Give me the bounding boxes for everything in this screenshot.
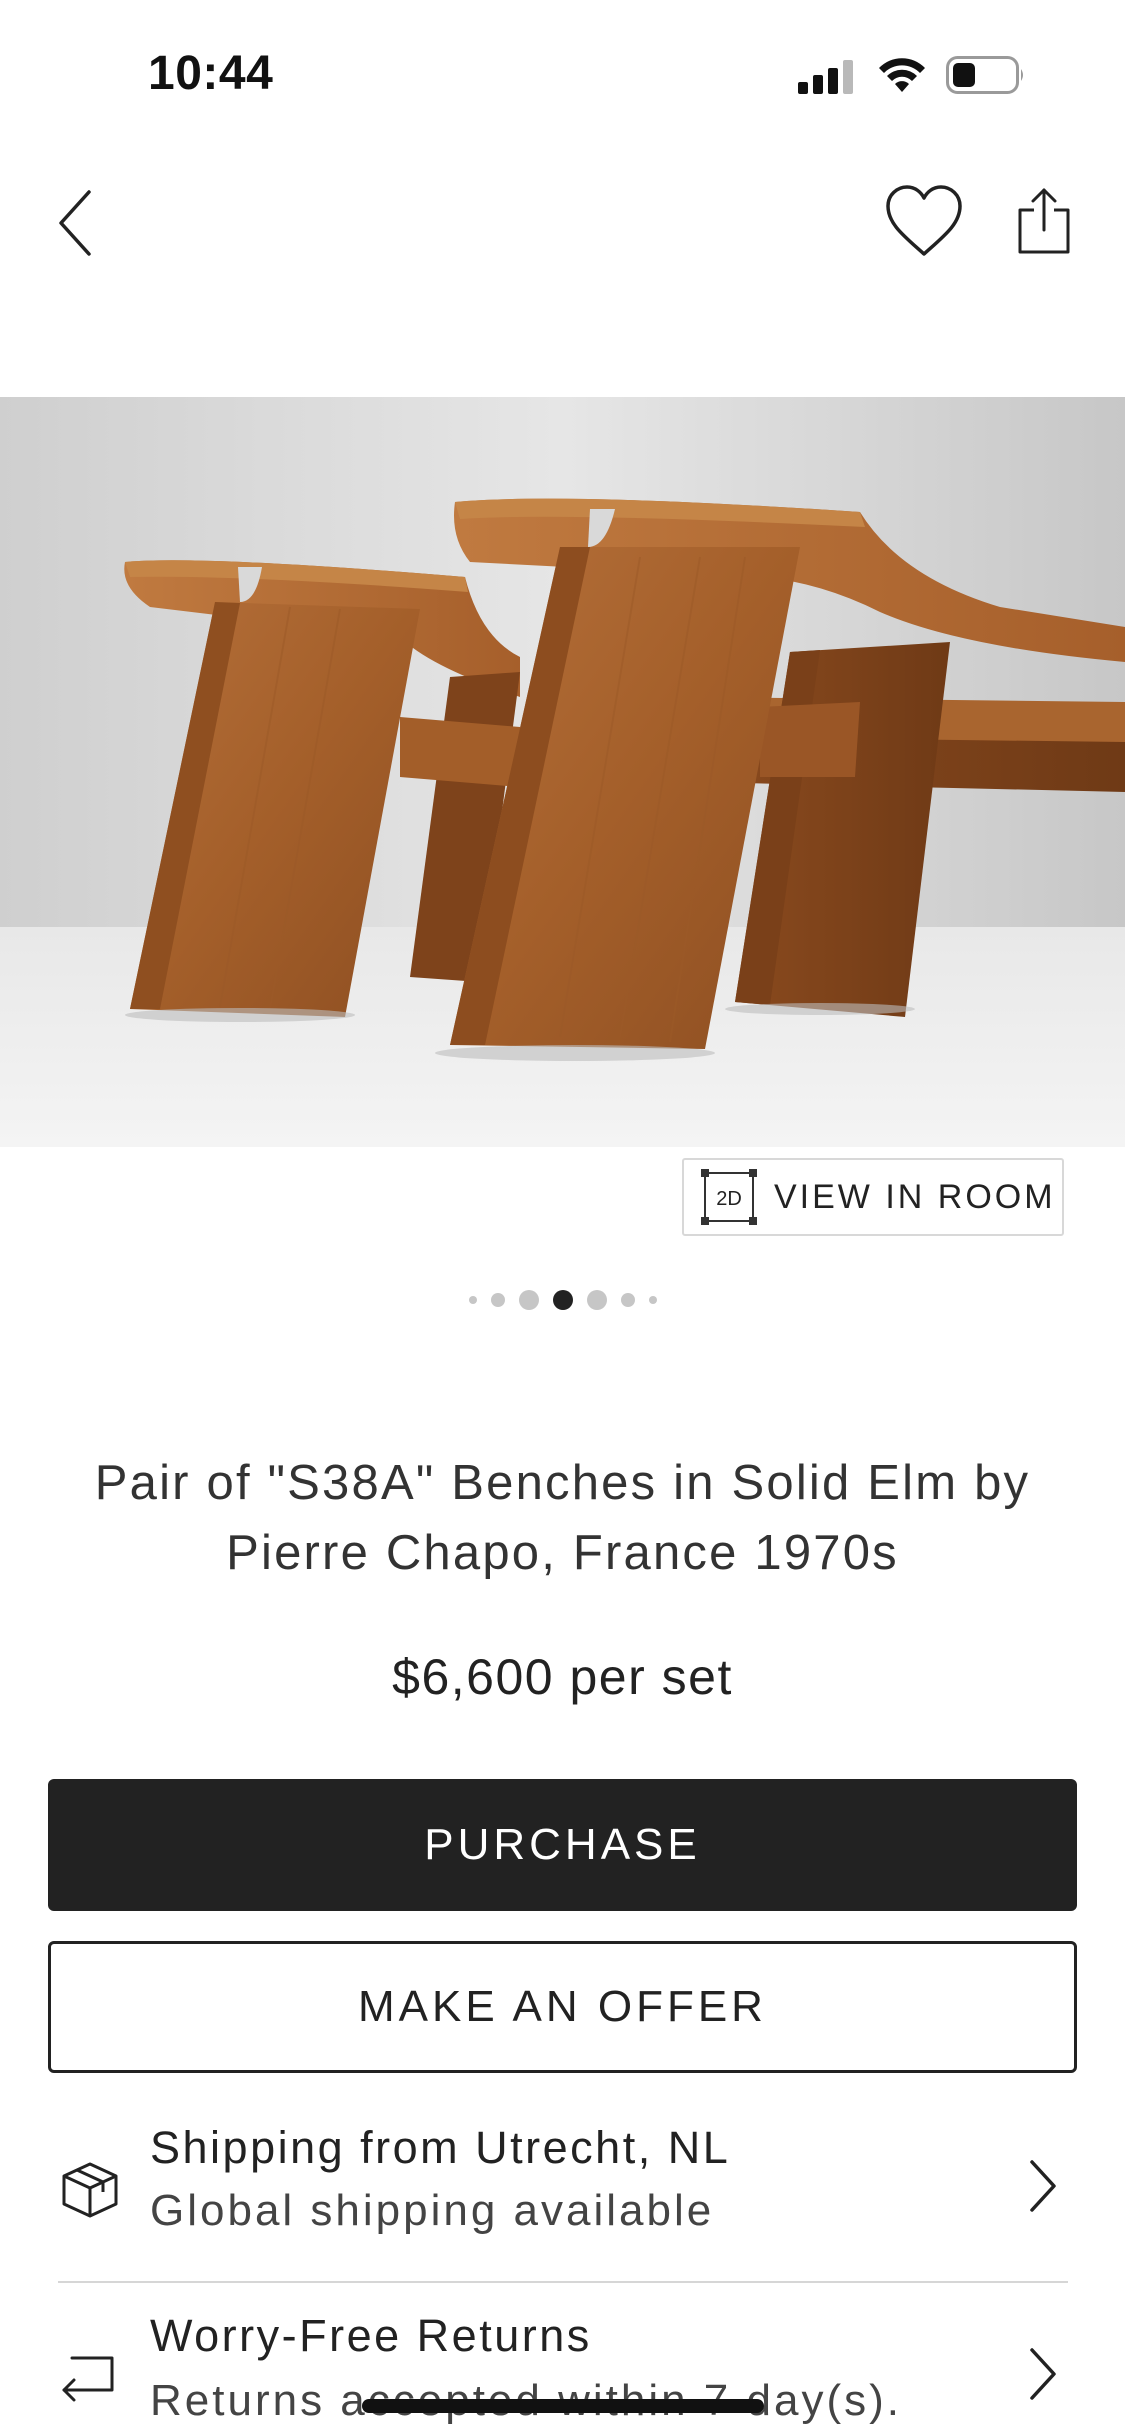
returns-row[interactable]: Worry-Free Returns Returns accepted with… [0, 2300, 1125, 2436]
pager-dot[interactable] [648, 1296, 657, 1304]
package-icon [62, 2162, 118, 2218]
purchase-button[interactable]: PURCHASE [48, 1779, 1077, 1911]
wifi-icon [879, 58, 925, 92]
cellular-signal-icon [798, 60, 853, 94]
make-offer-button[interactable]: MAKE AN OFFER [48, 1941, 1077, 2073]
pager-dot[interactable] [468, 1296, 477, 1304]
pager-dot[interactable] [518, 1290, 539, 1310]
favorite-button[interactable] [878, 176, 970, 266]
shipping-title: Shipping from Utrecht, NL [150, 2122, 731, 2173]
shipping-subtitle: Global shipping available [150, 2186, 715, 2235]
product-image[interactable] [0, 397, 1125, 1147]
share-icon [1018, 188, 1070, 254]
battery-icon [946, 56, 1023, 94]
nav-bar [0, 150, 1125, 290]
view-in-room-button[interactable]: 2D VIEW IN ROOM [682, 1158, 1064, 1236]
home-indicator[interactable] [362, 2399, 764, 2413]
pager-dot-active[interactable] [552, 1290, 573, 1310]
heart-icon [886, 185, 962, 256]
return-arrow-icon [62, 2356, 114, 2402]
pager-dot[interactable] [586, 1290, 607, 1310]
view-2d-icon: 2D [701, 1169, 757, 1225]
returns-title: Worry-Free Returns [150, 2310, 592, 2361]
pager-dot[interactable] [620, 1293, 635, 1307]
divider [58, 2281, 1068, 2283]
view-2d-badge-text: 2D [716, 1188, 742, 1210]
back-button[interactable] [40, 178, 110, 268]
product-title: Pair of "S38A" Benches in Solid Elm by P… [94, 1456, 1031, 1580]
view-in-room-label: VIEW IN ROOM [774, 1177, 1056, 1216]
pager-dot[interactable] [490, 1293, 505, 1307]
chevron-left-icon [59, 190, 91, 256]
image-pager[interactable] [0, 1280, 1125, 1320]
share-button[interactable] [1008, 176, 1080, 266]
shipping-row[interactable]: Shipping from Utrecht, NL Global shippin… [0, 2110, 1125, 2290]
status-time: 10:44 [148, 47, 274, 100]
status-bar: 10:44 [0, 0, 1125, 140]
product-price: $6,600 per set [392, 1649, 733, 1705]
chevron-right-icon [1030, 2160, 1056, 2212]
chevron-right-icon [1030, 2348, 1056, 2400]
